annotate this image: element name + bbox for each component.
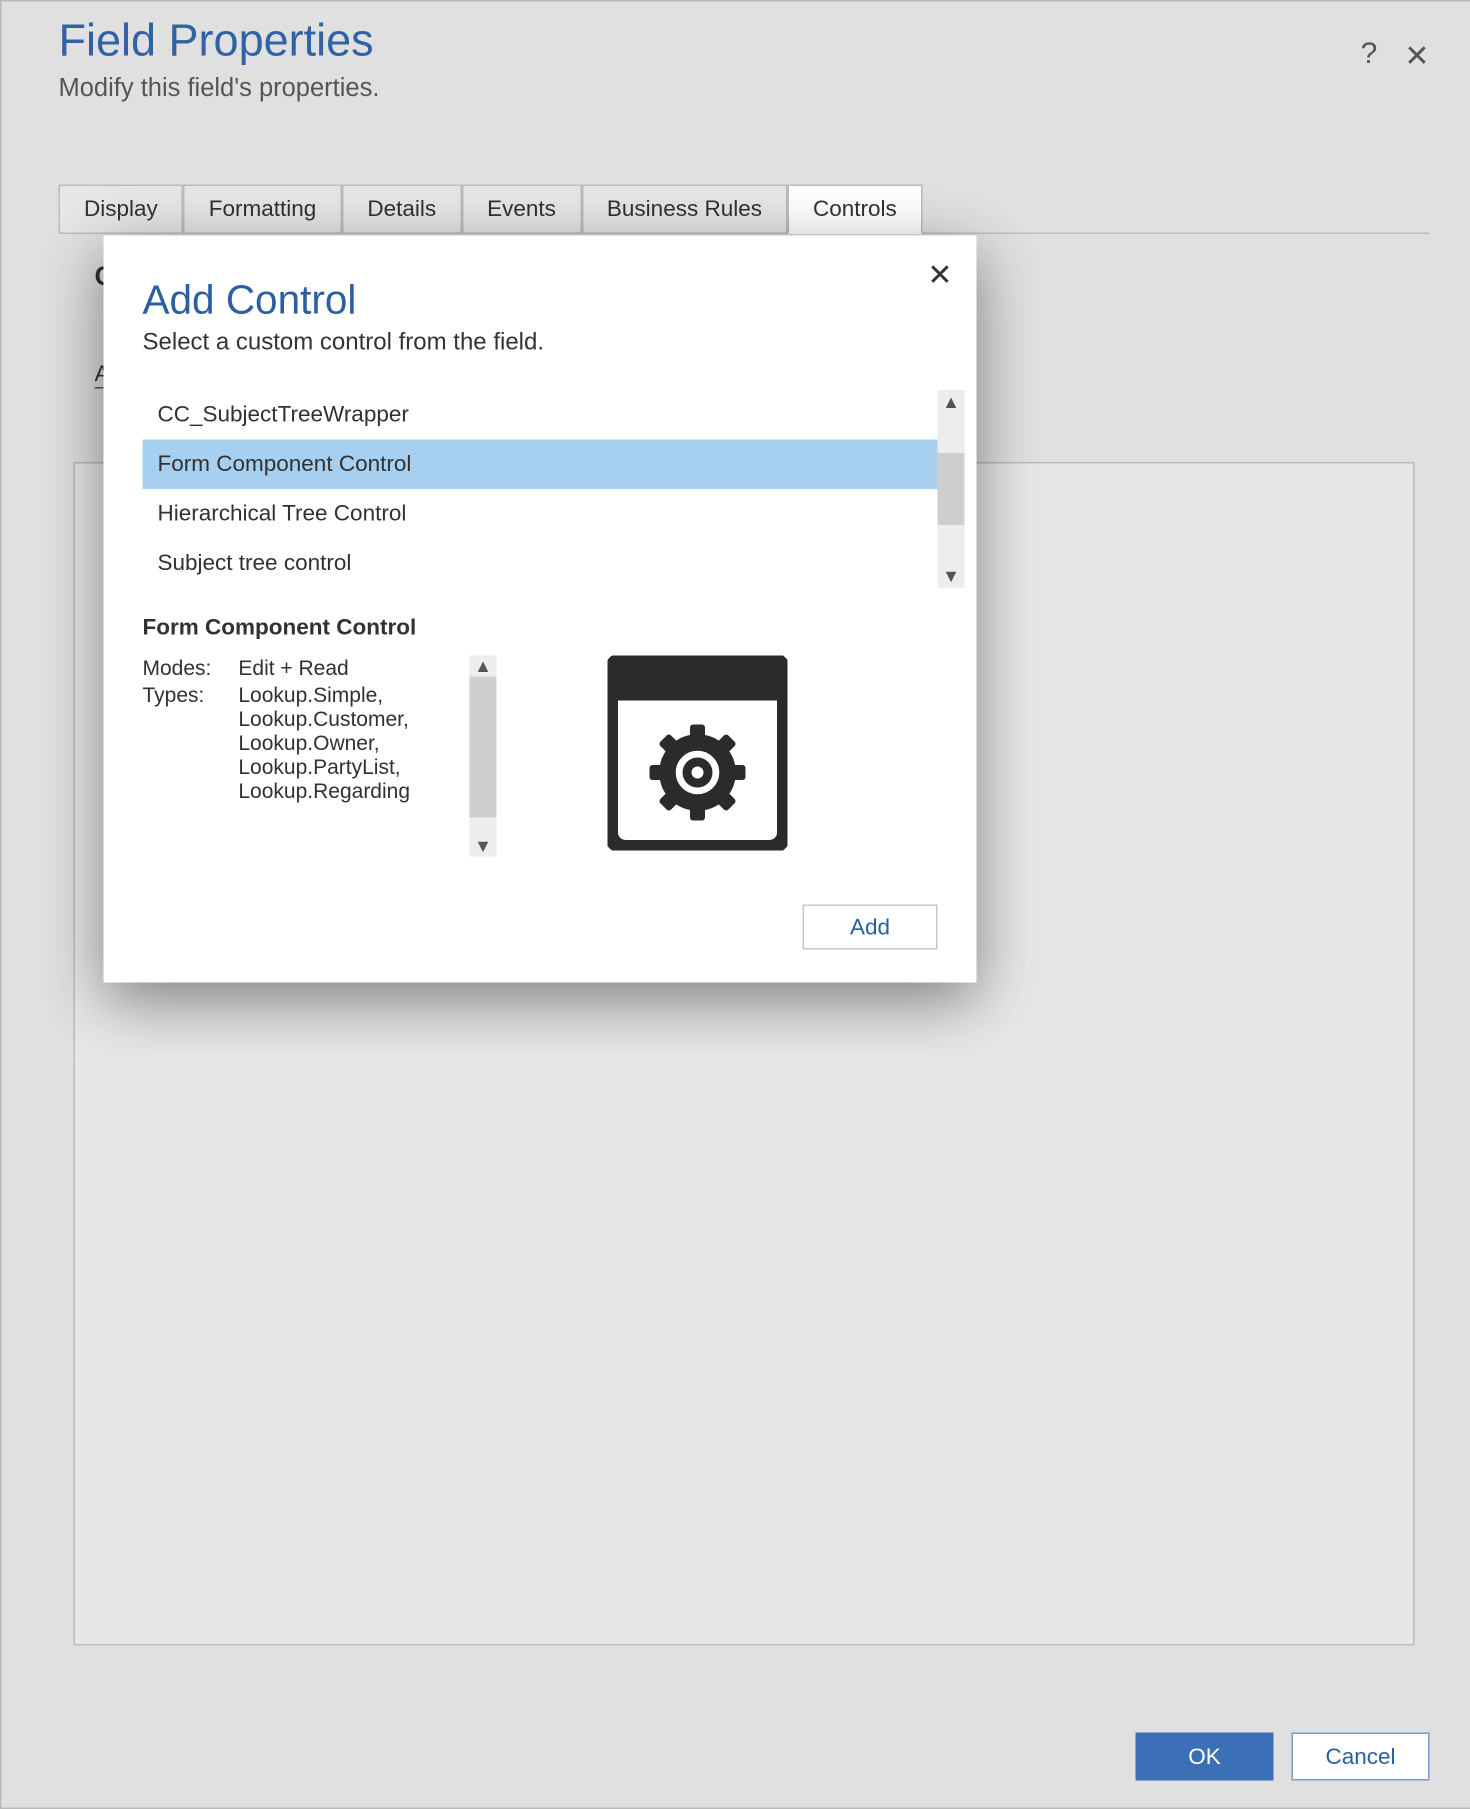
types-value-line: Lookup.PartyList,: [238, 755, 410, 779]
modes-label: Modes:: [143, 656, 212, 680]
types-label: Types:: [143, 683, 212, 707]
control-list-item[interactable]: Hierarchical Tree Control: [143, 489, 938, 539]
types-value-line: Lookup.Regarding: [238, 779, 410, 803]
control-preview-icon: [608, 656, 788, 851]
dialog-subtitle: Modify this field's properties.: [59, 74, 380, 104]
detail-scrollbar[interactable]: ▲ ▼: [470, 656, 497, 857]
modal-title: Add Control: [143, 278, 938, 325]
dialog-title: Field Properties: [59, 17, 380, 68]
modal-subtitle: Select a custom control from the field.: [143, 330, 938, 357]
modes-value: Edit + Read: [238, 656, 410, 680]
control-list-scrollbar[interactable]: ▲ ▼: [938, 390, 965, 588]
tab-events[interactable]: Events: [462, 185, 582, 233]
control-detail-properties: Modes: Types: Edit + Read Lookup.Simple,…: [143, 656, 518, 851]
add-button[interactable]: Add: [803, 905, 938, 950]
scroll-down-icon[interactable]: ▼: [942, 564, 960, 588]
field-properties-dialog: Field Properties Modify this field's pro…: [0, 0, 1470, 1809]
add-control-modal: ✕ Add Control Select a custom control fr…: [104, 236, 977, 983]
control-list-item[interactable]: Subject tree control: [143, 539, 938, 589]
scroll-thumb[interactable]: [938, 453, 965, 525]
tab-strip: DisplayFormattingDetailsEventsBusiness R…: [59, 185, 1430, 235]
control-list-item[interactable]: CC_SubjectTreeWrapper: [143, 390, 938, 440]
help-icon[interactable]: ?: [1361, 38, 1378, 76]
dialog-header: Field Properties Modify this field's pro…: [59, 17, 380, 104]
scroll-up-icon[interactable]: ▲: [942, 390, 960, 414]
tab-formatting[interactable]: Formatting: [183, 185, 342, 233]
modal-close-icon[interactable]: ✕: [927, 257, 952, 295]
ok-button[interactable]: OK: [1136, 1733, 1274, 1781]
control-list-item[interactable]: Form Component Control: [143, 440, 938, 490]
control-list: CC_SubjectTreeWrapperForm Component Cont…: [143, 390, 938, 588]
detail-scroll-down-icon[interactable]: ▼: [474, 836, 492, 857]
types-value-line: Lookup.Simple,: [238, 683, 410, 707]
tab-display[interactable]: Display: [59, 185, 184, 233]
tab-details[interactable]: Details: [342, 185, 462, 233]
cancel-button[interactable]: Cancel: [1292, 1733, 1430, 1781]
tab-controls[interactable]: Controls: [788, 185, 923, 235]
types-value-line: Lookup.Owner,: [238, 731, 410, 755]
tab-business-rules[interactable]: Business Rules: [581, 185, 787, 233]
detail-scroll-up-icon[interactable]: ▲: [474, 656, 492, 677]
detail-scroll-thumb[interactable]: [470, 677, 497, 818]
close-icon[interactable]: ✕: [1404, 38, 1429, 76]
types-value-line: Lookup.Customer,: [238, 707, 410, 731]
control-detail-heading: Form Component Control: [143, 615, 938, 641]
